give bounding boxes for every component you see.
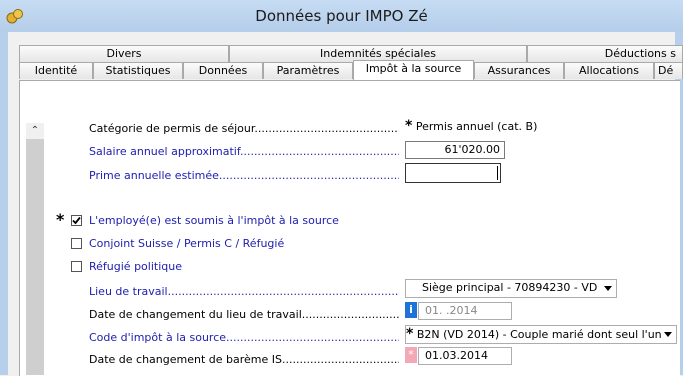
permis-label: Catégorie de permis de séjour...........…: [89, 122, 399, 135]
salaire-label: Salaire annuel approximatif.............…: [89, 145, 399, 158]
code-select[interactable]: * B2N (VD 2014) - Couple marié dont seul…: [405, 325, 677, 344]
date-lieu-label: Date de changement du lieu de travail...…: [89, 308, 399, 321]
vertical-scrollbar[interactable]: [26, 123, 44, 375]
required-asterisk-icon: *: [56, 210, 65, 229]
conjoint-label[interactable]: Conjoint Suisse / Permis C / Réfugié: [89, 237, 284, 250]
tab-divers[interactable]: Divers: [19, 45, 229, 62]
tab-impot-a-la-source[interactable]: Impôt à la source: [353, 60, 474, 80]
lieu-select[interactable]: Siège principal - 70894230 - VD: [405, 279, 617, 298]
info-icon[interactable]: i: [405, 302, 417, 318]
reminder-icon[interactable]: *: [405, 347, 417, 363]
lieu-label: Lieu de travail.........................…: [89, 285, 399, 298]
date-lieu-input[interactable]: 01. .2014: [418, 302, 512, 320]
date-bareme-input[interactable]: 01.03.2014: [418, 347, 512, 365]
permis-field[interactable]: * Permis annuel (cat. B): [405, 118, 613, 136]
tab-more[interactable]: Dé: [654, 62, 683, 79]
tab-parametres[interactable]: Paramètres: [263, 62, 353, 79]
prime-input[interactable]: [405, 163, 501, 183]
required-asterisk-icon: *: [405, 118, 413, 134]
prime-label: Prime annuelle estimée..................…: [89, 169, 399, 182]
date-bareme-label: Date de changement de barème IS.........…: [89, 353, 399, 366]
salaire-input[interactable]: 61'020.00: [405, 141, 505, 159]
window-title: Données pour IMPO Zé: [255, 7, 428, 25]
required-asterisk-icon: *: [406, 326, 414, 342]
tab-allocations[interactable]: Allocations: [564, 62, 654, 79]
tab-donnees[interactable]: Données: [183, 62, 263, 79]
conjoint-checkbox[interactable]: [71, 238, 82, 249]
tab-assurances[interactable]: Assurances: [474, 62, 564, 79]
code-value: B2N (VD 2014) - Couple marié dont seul l…: [416, 328, 662, 341]
code-label: Code d'impôt à la source................…: [89, 331, 399, 344]
window-frame-left: [0, 32, 8, 375]
chevron-down-icon[interactable]: [604, 286, 612, 291]
refugie-label[interactable]: Réfugié politique: [89, 260, 182, 273]
tab-statistiques[interactable]: Statistiques: [93, 62, 183, 79]
scroll-up-chevron-icon[interactable]: ⌃: [26, 123, 44, 139]
refugie-checkbox[interactable]: [71, 261, 82, 272]
permis-value: Permis annuel (cat. B): [415, 120, 538, 133]
tab-deductions[interactable]: Déductions s: [527, 45, 683, 62]
lieu-value: Siège principal - 70894230 - VD: [422, 281, 598, 294]
soumis-label[interactable]: L'employé(e) est soumis à l'impôt à la s…: [89, 214, 339, 227]
tab-identite[interactable]: Identité: [19, 62, 93, 79]
chevron-down-icon[interactable]: [664, 332, 672, 337]
text-cursor: [497, 166, 498, 180]
soumis-checkbox[interactable]: [71, 215, 82, 226]
